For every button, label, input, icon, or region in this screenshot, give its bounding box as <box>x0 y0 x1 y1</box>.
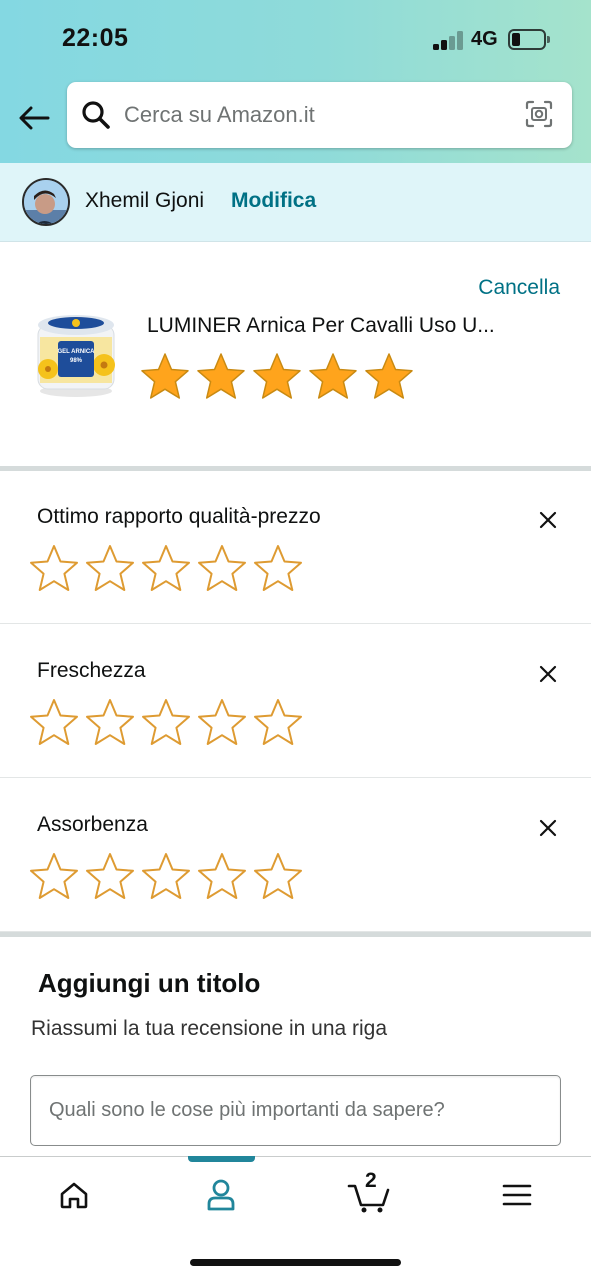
camera-scan-icon[interactable] <box>524 99 554 129</box>
star-outline-icon[interactable] <box>253 543 303 593</box>
attribute-rating-row: Assorbenza <box>0 779 591 932</box>
product-image-text-1: GEL ARNICA <box>57 349 95 355</box>
status-time: 22:05 <box>62 24 129 52</box>
product-image: GEL ARNICA 98% <box>37 315 115 397</box>
star-outline-icon[interactable] <box>197 851 247 901</box>
search-bar[interactable] <box>67 82 572 148</box>
star-filled-icon[interactable] <box>308 351 358 401</box>
nav-menu[interactable] <box>487 1171 547 1219</box>
arrow-left-icon <box>19 106 50 130</box>
overall-rating-stars[interactable] <box>140 351 420 401</box>
battery-icon <box>508 29 550 50</box>
star-filled-icon[interactable] <box>196 351 246 401</box>
cart-count-badge: 2 <box>365 1169 377 1192</box>
attribute-stars[interactable] <box>29 697 309 747</box>
home-indicator <box>190 1259 401 1266</box>
attribute-label: Ottimo rapporto qualità-prezzo <box>37 505 321 528</box>
star-filled-icon[interactable] <box>140 351 190 401</box>
remove-attribute-button[interactable] <box>535 815 561 841</box>
attribute-label: Assorbenza <box>37 813 148 836</box>
back-button[interactable] <box>14 98 54 138</box>
star-outline-icon[interactable] <box>85 543 135 593</box>
star-outline-icon[interactable] <box>85 851 135 901</box>
search-icon[interactable] <box>81 100 111 130</box>
section-subtitle: Riassumi la tua recensione in una riga <box>31 1017 388 1040</box>
star-outline-icon[interactable] <box>141 851 191 901</box>
product-image-text-2: 98% <box>70 358 83 364</box>
star-outline-icon[interactable] <box>85 697 135 747</box>
account-icon <box>207 1179 235 1211</box>
star-outline-icon[interactable] <box>253 851 303 901</box>
attribute-stars[interactable] <box>29 851 309 901</box>
attribute-label: Freschezza <box>37 659 146 682</box>
star-outline-icon[interactable] <box>253 697 303 747</box>
star-outline-icon[interactable] <box>197 543 247 593</box>
star-filled-icon[interactable] <box>364 351 414 401</box>
star-outline-icon[interactable] <box>141 543 191 593</box>
remove-attribute-button[interactable] <box>535 661 561 687</box>
app-header: 22:05 4G <box>0 0 591 163</box>
home-icon <box>60 1182 88 1209</box>
cancel-link[interactable]: Cancella <box>478 276 560 300</box>
avatar <box>22 178 70 226</box>
review-title-input[interactable] <box>30 1075 561 1146</box>
review-title-section: Aggiungi un titolo Riassumi la tua recen… <box>0 937 591 1157</box>
close-icon <box>539 665 557 683</box>
edit-profile-link[interactable]: Modifica <box>231 189 316 213</box>
star-outline-icon[interactable] <box>197 697 247 747</box>
close-icon <box>539 511 557 529</box>
network-label: 4G <box>471 28 498 50</box>
profile-name: Xhemil Gjoni <box>85 189 205 212</box>
star-outline-icon[interactable] <box>29 543 79 593</box>
menu-icon <box>502 1184 532 1206</box>
signal-icon <box>433 30 465 50</box>
nav-account[interactable] <box>191 1171 251 1219</box>
remove-attribute-button[interactable] <box>535 507 561 533</box>
section-heading: Aggiungi un titolo <box>38 968 261 998</box>
search-input[interactable] <box>124 82 504 148</box>
attribute-rating-row: Freschezza <box>0 625 591 778</box>
star-outline-icon[interactable] <box>29 697 79 747</box>
close-icon <box>539 819 557 837</box>
product-title: LUMINER Arnica Per Cavalli Uso U... <box>147 314 495 337</box>
star-filled-icon[interactable] <box>252 351 302 401</box>
attribute-stars[interactable] <box>29 543 309 593</box>
profile-bar: Xhemil Gjoni Modifica <box>0 163 591 242</box>
active-tab-indicator <box>188 1156 255 1162</box>
star-outline-icon[interactable] <box>141 697 191 747</box>
product-card: Cancella GEL ARNICA 98% LUMINER Arnica P… <box>0 243 591 466</box>
star-outline-icon[interactable] <box>29 851 79 901</box>
nav-home[interactable] <box>44 1171 104 1219</box>
attribute-rating-row: Ottimo rapporto qualità-prezzo <box>0 471 591 624</box>
